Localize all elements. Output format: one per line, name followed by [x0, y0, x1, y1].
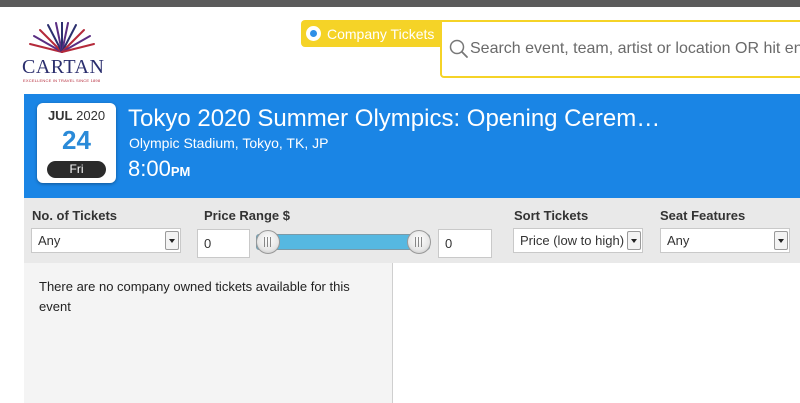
- radio-selected-icon[interactable]: [306, 26, 321, 41]
- sort-tickets-label: Sort Tickets: [514, 208, 589, 223]
- search-icon: [449, 39, 468, 58]
- seat-features-value: Any: [667, 233, 690, 248]
- num-tickets-value: Any: [38, 233, 61, 248]
- num-tickets-label: No. of Tickets: [32, 208, 118, 223]
- event-time: 8:00PM: [128, 156, 190, 182]
- price-max-handle[interactable]: [407, 230, 431, 254]
- event-venue: Olympic Stadium, Tokyo, TK, JP: [129, 135, 329, 151]
- no-tickets-message: There are no company owned tickets avail…: [39, 279, 350, 314]
- price-range-slider[interactable]: [256, 234, 430, 250]
- seat-features-label: Seat Features: [660, 208, 746, 223]
- fan-logo-icon: [29, 22, 95, 53]
- sort-tickets-select[interactable]: Price (low to high): [513, 228, 643, 253]
- event-title: Tokyo 2020 Summer Olympics: Opening Cere…: [128, 105, 661, 132]
- sort-tickets-value: Price (low to high): [520, 233, 625, 248]
- logo-wordmark: CARTAN: [22, 56, 105, 78]
- date-card: JUL 2020 24 Fri: [37, 103, 116, 183]
- price-max-input[interactable]: 0: [438, 229, 492, 258]
- cartan-logo[interactable]: CARTAN EXCELLENCE IN TRAVEL SINCE 1898: [20, 22, 106, 84]
- chevron-down-icon[interactable]: [165, 231, 179, 250]
- company-tickets-label: Company Tickets: [327, 25, 435, 42]
- event-time-value: 8:00: [128, 156, 171, 181]
- search-box[interactable]: [440, 20, 800, 78]
- date-year: 2020: [76, 108, 106, 123]
- chevron-down-icon[interactable]: [627, 231, 641, 250]
- num-tickets-select[interactable]: Any: [31, 228, 181, 253]
- date-month: JUL: [47, 108, 73, 123]
- price-min-handle[interactable]: [256, 230, 280, 254]
- search-input[interactable]: [470, 36, 800, 62]
- event-time-ampm: PM: [170, 164, 191, 179]
- price-min-input[interactable]: 0: [197, 229, 250, 258]
- date-month-year: JUL 2020: [37, 108, 116, 123]
- chevron-down-icon[interactable]: [774, 231, 788, 250]
- price-range-label: Price Range $: [204, 208, 290, 223]
- results-panel: There are no company owned tickets avail…: [24, 263, 393, 403]
- date-day: 24: [62, 125, 91, 155]
- company-tickets-toggle[interactable]: Company Tickets: [301, 20, 441, 47]
- date-weekday: Fri: [47, 161, 106, 178]
- event-banner: JUL 2020 24 Fri Tokyo 2020 Summer Olympi…: [24, 94, 800, 198]
- seat-features-select[interactable]: Any: [660, 228, 790, 253]
- logo-tagline: EXCELLENCE IN TRAVEL SINCE 1898: [23, 78, 101, 83]
- top-bar: [0, 0, 800, 7]
